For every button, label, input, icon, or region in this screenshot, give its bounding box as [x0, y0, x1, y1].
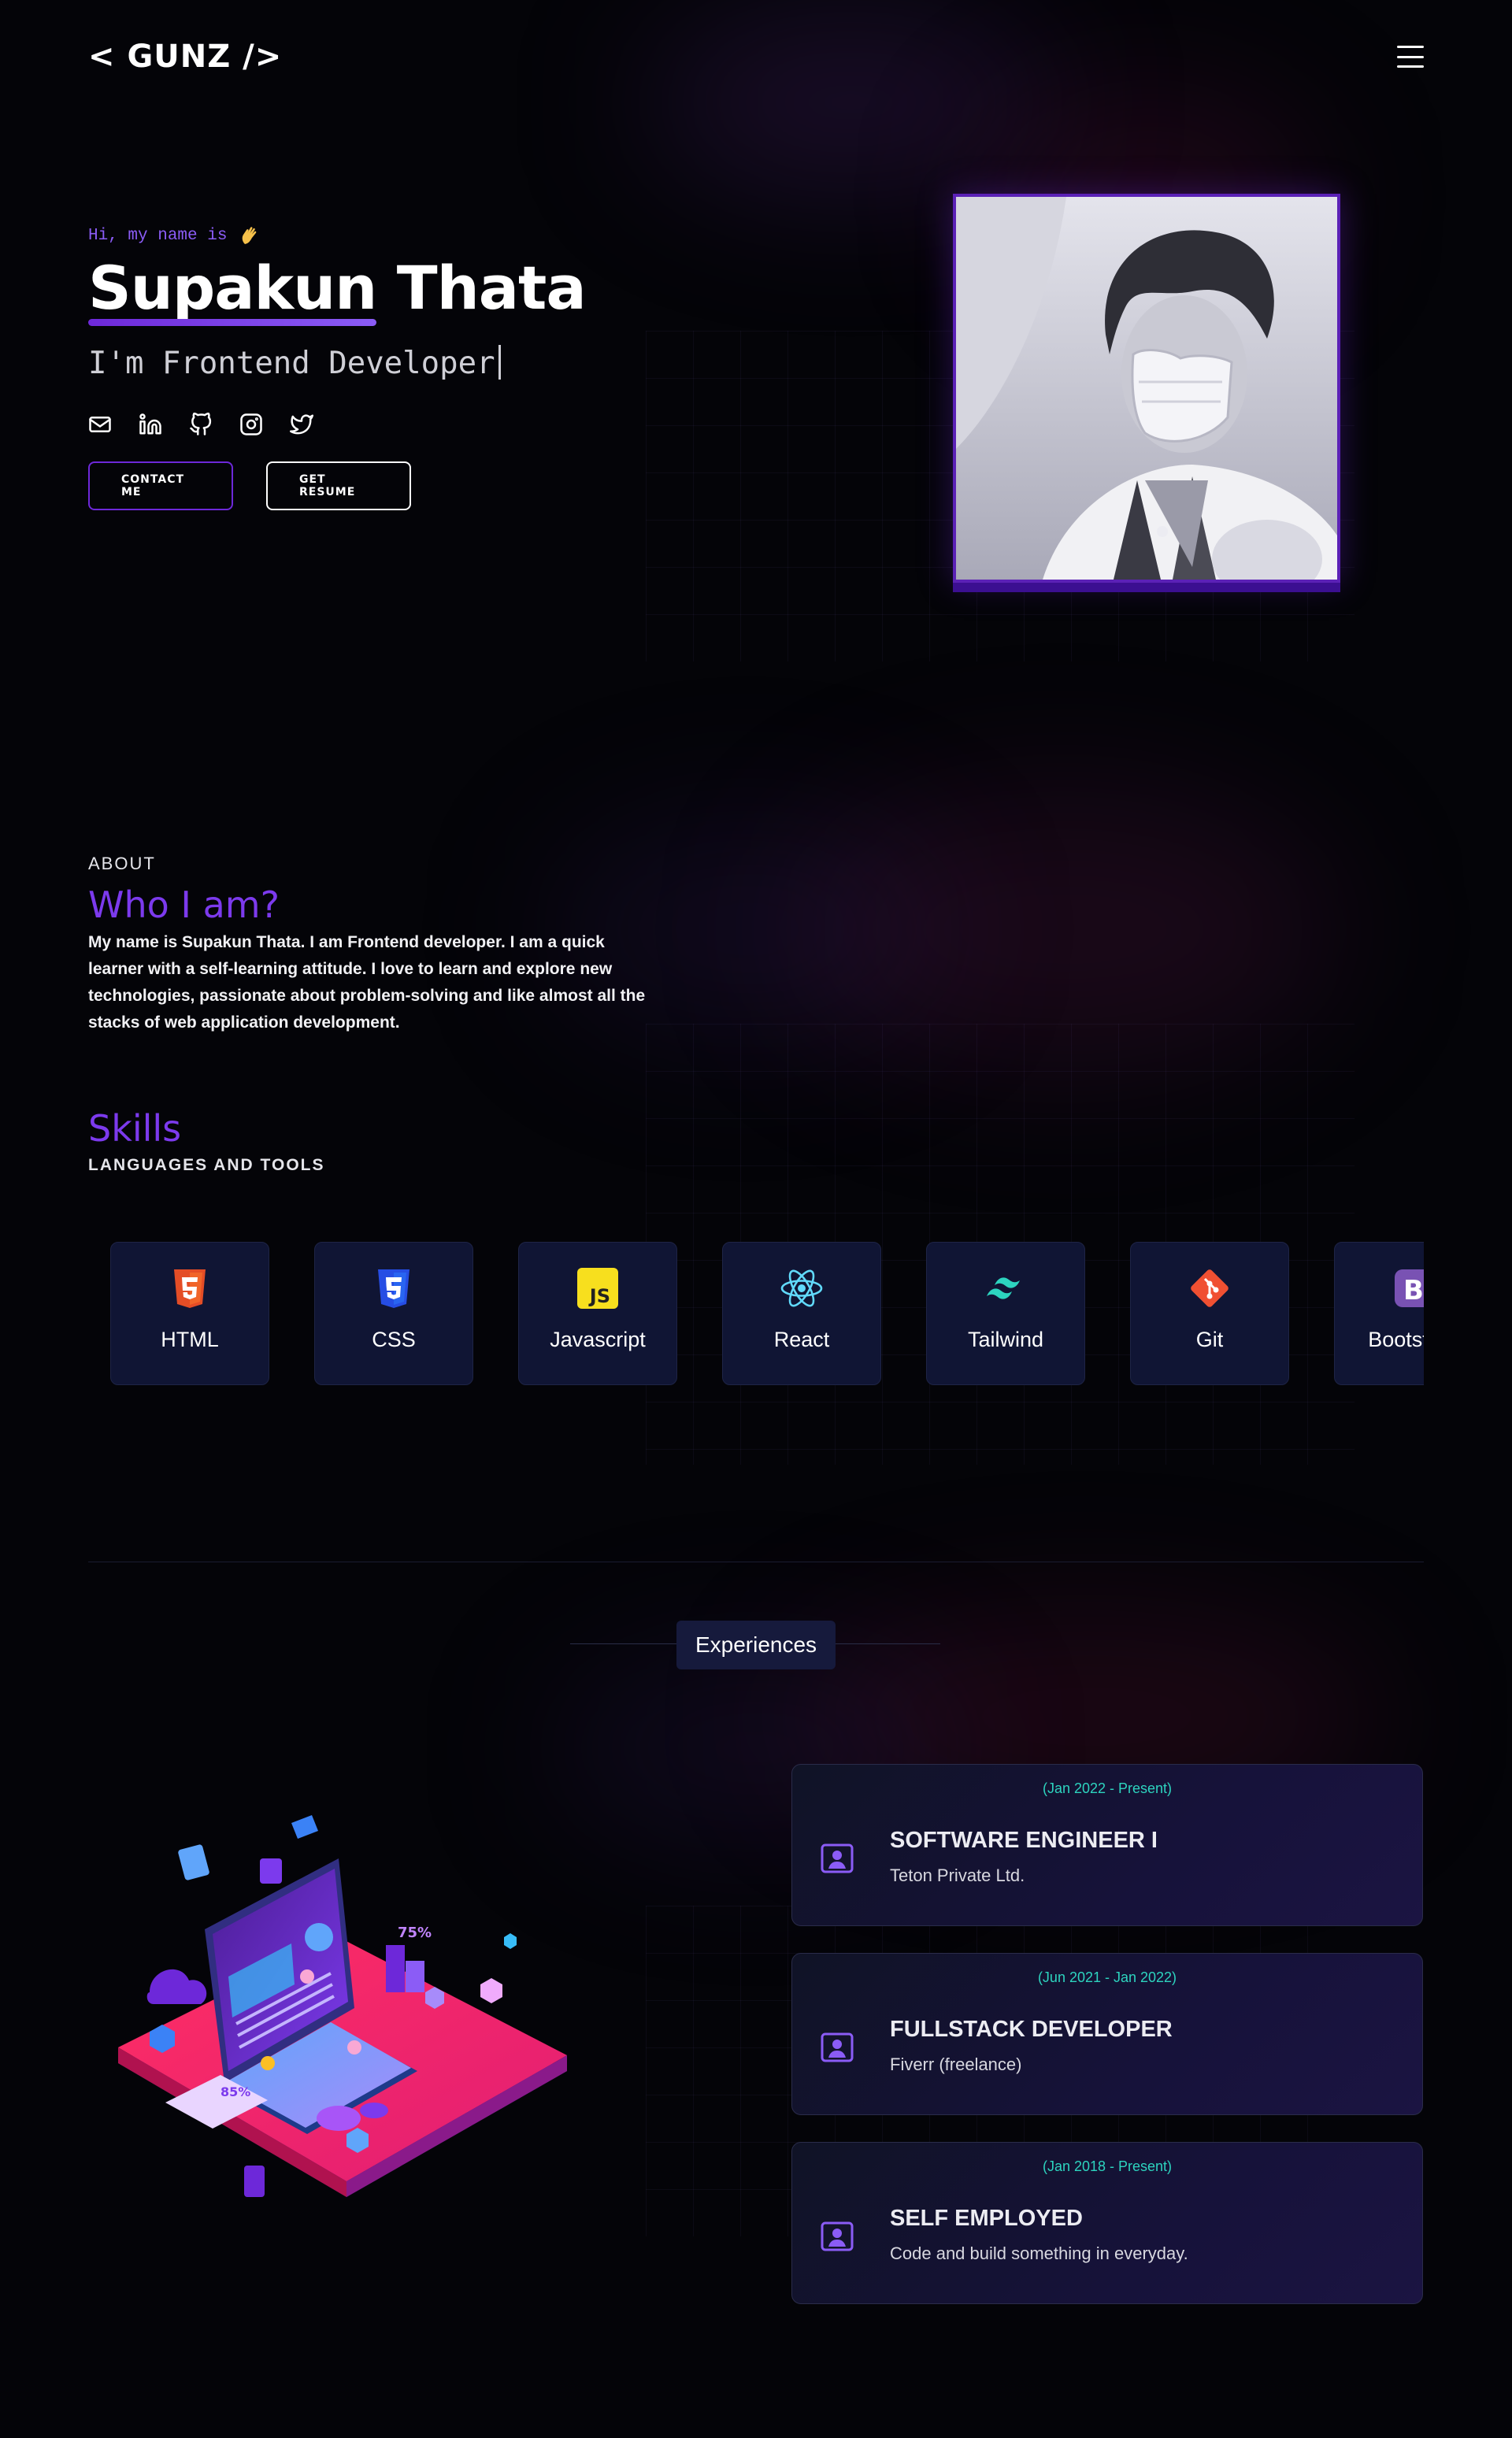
- experience-card: (Jan 2022 - Present) SOFTWARE ENGINEER I…: [791, 1764, 1423, 1926]
- instagram-icon[interactable]: [239, 413, 263, 436]
- experience-company: Teton Private Ltd.: [890, 1866, 1025, 1885]
- social-links: [88, 412, 718, 436]
- skill-label: Tailwind: [967, 1328, 1044, 1351]
- skill-label: Git: [1195, 1328, 1224, 1351]
- greeting-text: Hi, my name is: [88, 226, 228, 245]
- skill-label: Bootstrap: [1368, 1328, 1424, 1351]
- typing-cursor: [498, 344, 501, 380]
- react-icon: [780, 1269, 823, 1307]
- hero-role: I'm Frontend Developer: [88, 344, 718, 381]
- svg-text:75%: 75%: [398, 1925, 432, 1941]
- skills-heading: Skills: [88, 1107, 182, 1150]
- skills-section: Skills LANGUAGES AND TOOLS: [88, 1098, 325, 1175]
- svg-text:85%: 85%: [220, 2084, 250, 2099]
- css3-icon: [378, 1269, 410, 1308]
- experience-list: (Jan 2022 - Present) SOFTWARE ENGINEER I…: [791, 1764, 1423, 2331]
- about-eyebrow: ABOUT: [88, 854, 156, 873]
- experience-title: SELF EMPLOYED: [890, 2206, 1083, 2231]
- skill-card-tailwind: Tailwind: [926, 1242, 1085, 1385]
- experience-company: Code and build something in everyday.: [890, 2243, 1188, 2263]
- hero-buttons: CONTACT ME GET RESUME: [88, 461, 718, 510]
- skills-carousel[interactable]: HTML CSS JS Javascript React Tailwind Gi…: [110, 1242, 1424, 1387]
- isometric-laptop-illustration: 75% 85%: [118, 1815, 567, 2197]
- experience-title: SOFTWARE ENGINEER I: [890, 1828, 1158, 1853]
- skill-card-bootstrap: B Bootstrap: [1334, 1242, 1424, 1385]
- experience-date: (Jun 2021 - Jan 2022): [1037, 1969, 1177, 1985]
- about-text: My name is Supakun Thata. I am Frontend …: [88, 933, 646, 1032]
- top-nav: < GUNZ />: [88, 35, 1424, 79]
- profile-photo: [953, 194, 1340, 583]
- greeting: Hi, my name is: [88, 225, 718, 246]
- role-text: I'm Frontend Developer: [88, 345, 495, 381]
- skill-card-css: CSS: [314, 1242, 473, 1385]
- skill-card-git: Git: [1130, 1242, 1289, 1385]
- site-logo[interactable]: < GUNZ />: [88, 39, 282, 75]
- about-heading: Who I am?: [88, 884, 280, 926]
- skill-card-react: React: [722, 1242, 881, 1385]
- linkedin-icon[interactable]: [139, 413, 162, 436]
- mail-icon[interactable]: [88, 413, 112, 436]
- profile-portrait-image: [956, 197, 1337, 580]
- skill-label: HTML: [161, 1328, 219, 1351]
- profile-badge-icon: [821, 1843, 854, 1873]
- experience-card: (Jun 2021 - Jan 2022) FULLSTACK DEVELOPE…: [791, 1953, 1423, 2115]
- skill-label: Javascript: [550, 1328, 646, 1351]
- svg-text:B: B: [1403, 1275, 1424, 1306]
- experiences-rule-left: [570, 1643, 676, 1644]
- bootstrap-icon: B: [1395, 1269, 1424, 1307]
- skill-card-html: HTML: [110, 1242, 269, 1385]
- hero-section: Hi, my name is Supakun Thata I'm Fronten…: [88, 225, 718, 510]
- experiences-rule-right: [836, 1643, 940, 1644]
- skills-subheading: LANGUAGES AND TOOLS: [88, 1156, 325, 1174]
- experience-card: (Jan 2018 - Present) SELF EMPLOYED Code …: [791, 2142, 1423, 2304]
- profile-badge-icon: [821, 2032, 854, 2062]
- experiences-title: Experiences: [676, 1621, 836, 1669]
- skill-label: React: [773, 1328, 830, 1351]
- skill-label: CSS: [372, 1328, 416, 1351]
- waving-hand-icon: [243, 227, 257, 244]
- about-section: ABOUT Who I am? My name is Supakun Thata…: [88, 854, 655, 1036]
- contact-me-button[interactable]: CONTACT ME: [88, 461, 233, 510]
- last-name: Thata: [396, 253, 587, 323]
- first-name: Supakun: [88, 253, 377, 326]
- profile-badge-icon: [821, 2221, 854, 2251]
- git-icon: [1191, 1269, 1228, 1307]
- skill-card-javascript: JS Javascript: [518, 1242, 677, 1385]
- menu-icon[interactable]: [1397, 46, 1424, 68]
- hero-name: Supakun Thata: [88, 253, 718, 326]
- experience-title: FULLSTACK DEVELOPER: [890, 2017, 1173, 2042]
- html5-icon: [174, 1269, 206, 1308]
- experience-company: Fiverr (freelance): [890, 2055, 1022, 2074]
- tailwind-icon: [987, 1277, 1020, 1299]
- twitter-icon[interactable]: [290, 413, 313, 436]
- experience-date: (Jan 2022 - Present): [1042, 1780, 1173, 1796]
- svg-text:JS: JS: [588, 1285, 610, 1307]
- experience-date: (Jan 2018 - Present): [1042, 2158, 1173, 2174]
- github-icon[interactable]: [189, 412, 213, 436]
- javascript-icon: JS: [577, 1268, 618, 1309]
- get-resume-button[interactable]: GET RESUME: [266, 461, 411, 510]
